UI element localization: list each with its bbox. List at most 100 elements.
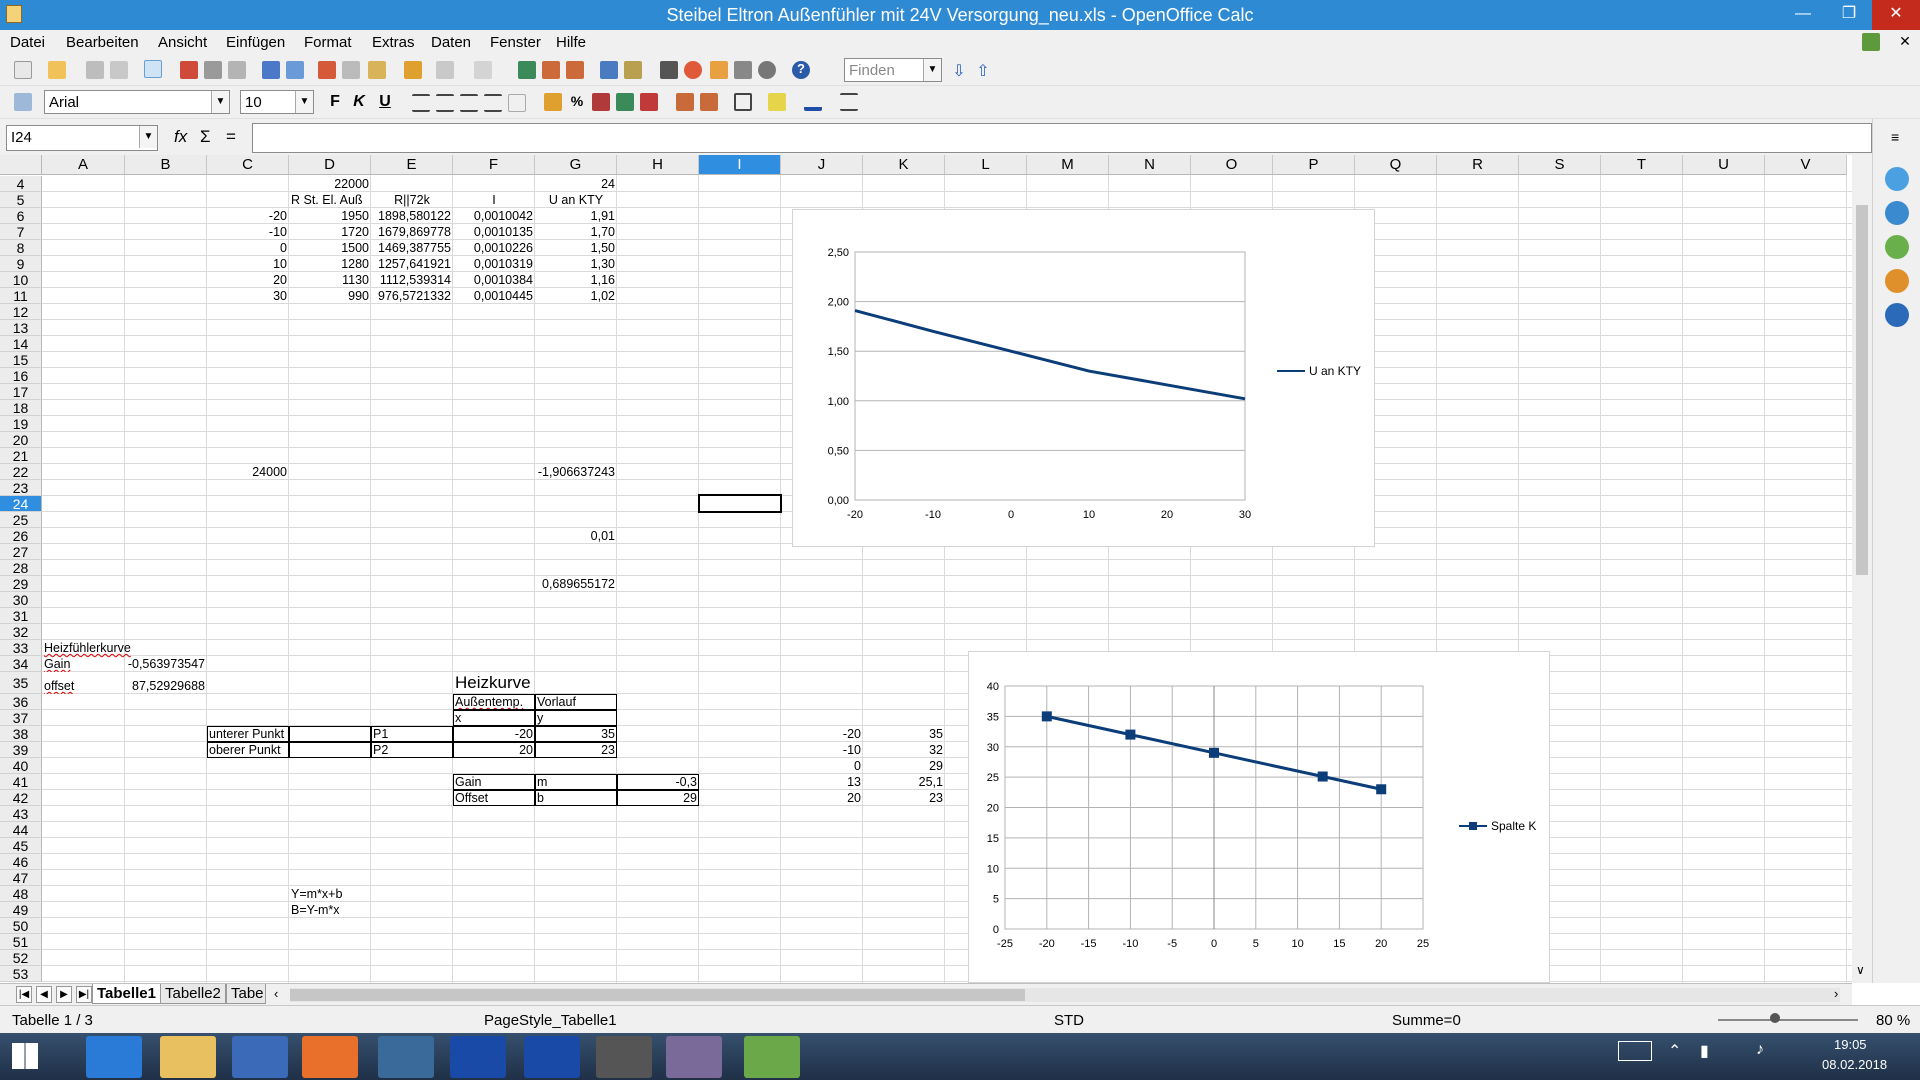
percent-format-button[interactable]: % — [568, 93, 586, 111]
column-header-t[interactable]: T — [1601, 155, 1683, 175]
row-header-41[interactable]: 41 — [0, 774, 42, 790]
row-header-35[interactable]: 35 — [0, 672, 42, 694]
menu-bearbeiten[interactable]: Bearbeiten — [66, 34, 139, 51]
menu-fenster[interactable]: Fenster — [490, 34, 541, 51]
last-sheet-button[interactable]: ▶| — [76, 986, 92, 1003]
vertical-scroll-thumb[interactable] — [1856, 205, 1868, 575]
row-header-49[interactable]: 49 — [0, 902, 42, 918]
maximize-button[interactable]: ❐ — [1826, 0, 1872, 30]
font-name-select[interactable]: Arial ▼ — [44, 90, 230, 114]
row-header-36[interactable]: 36 — [0, 694, 42, 710]
add-decimal-icon[interactable] — [616, 93, 634, 111]
column-header-r[interactable]: R — [1437, 155, 1519, 175]
scroll-left-icon[interactable]: ‹ — [274, 986, 278, 1001]
row-header-21[interactable]: 21 — [0, 448, 42, 464]
row-header-46[interactable]: 46 — [0, 854, 42, 870]
spellcheck-icon[interactable] — [262, 61, 280, 79]
select-all-corner[interactable] — [0, 155, 42, 175]
sort-descending-icon[interactable] — [566, 61, 584, 79]
row-header-24[interactable]: 24 — [0, 496, 42, 512]
column-header-d[interactable]: D — [289, 155, 371, 175]
gallery-sidebar-icon[interactable] — [1885, 235, 1909, 259]
cell-d8[interactable]: 1500 — [289, 241, 371, 256]
windows-start-icon[interactable] — [12, 1043, 38, 1069]
properties-icon[interactable] — [1885, 167, 1909, 191]
paste-icon[interactable] — [368, 61, 386, 79]
autospellcheck-icon[interactable] — [286, 61, 304, 79]
cell-c7[interactable]: -10 — [207, 225, 289, 240]
column-header-b[interactable]: B — [125, 155, 207, 175]
menu-format[interactable]: Format — [304, 34, 352, 51]
cell-f11[interactable]: 0,0010445 — [453, 289, 535, 304]
tab-tabelle2[interactable]: Tabelle2 — [160, 984, 226, 1004]
cell-k42[interactable]: 23 — [863, 791, 945, 806]
column-header-s[interactable]: S — [1519, 155, 1601, 175]
name-box[interactable]: I24 ▼ — [6, 125, 158, 151]
clock-date[interactable]: 08.02.2018 — [1822, 1057, 1887, 1072]
cell-d5[interactable]: R St. El. Auß — [289, 193, 371, 208]
row-header-25[interactable]: 25 — [0, 512, 42, 528]
justify-icon[interactable] — [484, 94, 502, 112]
column-header-a[interactable]: A — [42, 155, 125, 175]
column-header-h[interactable]: H — [617, 155, 699, 175]
row-header-33[interactable]: 33 — [0, 640, 42, 656]
chart-1[interactable]: 0,00 0,50 1,00 1,50 2,00 2,50 -20 -10 0 10 20 30 U a… — [792, 209, 1375, 547]
navigator-sidebar-icon[interactable] — [1885, 269, 1909, 293]
function-button[interactable]: = — [226, 127, 236, 147]
row-header-51[interactable]: 51 — [0, 934, 42, 950]
column-header-v[interactable]: V — [1765, 155, 1847, 175]
row-header-50[interactable]: 50 — [0, 918, 42, 934]
cell-e9[interactable]: 1257,641921 — [371, 257, 453, 272]
cell-f9[interactable]: 0,0010319 — [453, 257, 535, 272]
cell-j40[interactable]: 0 — [781, 759, 863, 774]
cell-j42[interactable]: 20 — [781, 791, 863, 806]
tab-tabelle3[interactable]: Tabe — [226, 984, 266, 1004]
sum-button[interactable]: Σ — [200, 127, 211, 147]
standard-format-icon[interactable] — [592, 93, 610, 111]
scroll-down-icon[interactable]: ∨ — [1856, 963, 1865, 977]
menu-einfuegen[interactable]: Einfügen — [226, 34, 285, 51]
find-replace-icon[interactable] — [660, 61, 678, 79]
paint-icon[interactable] — [666, 1036, 722, 1078]
column-header-k[interactable]: K — [863, 155, 945, 175]
openoffice-calc-icon[interactable] — [744, 1036, 800, 1078]
cell-c22[interactable]: 24000 — [207, 465, 289, 480]
draw-functions-icon[interactable] — [624, 61, 642, 79]
column-header-n[interactable]: N — [1109, 155, 1191, 175]
datasources-icon[interactable] — [734, 61, 752, 79]
cell-e5[interactable]: R||72k — [371, 193, 453, 208]
gallery-icon[interactable] — [710, 61, 728, 79]
cell-j39[interactable]: -10 — [781, 743, 863, 758]
row-header-27[interactable]: 27 — [0, 544, 42, 560]
undo-icon[interactable] — [436, 61, 454, 79]
row-header-10[interactable]: 10 — [0, 272, 42, 288]
email-icon[interactable] — [110, 61, 128, 79]
cell-g6[interactable]: 1,91 — [535, 209, 617, 224]
row-header-42[interactable]: 42 — [0, 790, 42, 806]
row-header-37[interactable]: 37 — [0, 710, 42, 726]
cell-a35[interactable]: offset — [42, 679, 125, 694]
column-header-i[interactable]: I — [699, 155, 781, 175]
cell-d6[interactable]: 1950 — [289, 209, 371, 224]
font-color-icon[interactable] — [804, 93, 822, 111]
find-input[interactable]: Finden ▼ — [844, 58, 942, 82]
cell-d10[interactable]: 1130 — [289, 273, 371, 288]
cell-g29[interactable]: 0,689655172 — [535, 577, 617, 592]
scroll-right-icon[interactable]: › — [1834, 986, 1838, 1001]
row-header-43[interactable]: 43 — [0, 806, 42, 822]
internet-explorer-icon[interactable] — [86, 1036, 142, 1078]
close-button[interactable]: ✕ — [1872, 0, 1920, 30]
tab-tabelle1[interactable]: Tabelle1 — [92, 984, 161, 1004]
row-header-23[interactable]: 23 — [0, 480, 42, 496]
row-header-4[interactable]: 4 — [0, 176, 42, 192]
zoom-level[interactable]: 80 % — [1876, 1012, 1910, 1029]
open-folder-icon[interactable] — [48, 61, 66, 79]
decrease-indent-icon[interactable] — [676, 93, 694, 111]
cell-j38[interactable]: -20 — [781, 727, 863, 742]
row-header-38[interactable]: 38 — [0, 726, 42, 742]
volume-icon[interactable]: ♪ — [1756, 1041, 1764, 1059]
selection-mode[interactable]: STD — [1054, 1012, 1084, 1029]
previous-sheet-button[interactable]: ◀ — [36, 986, 52, 1003]
cell-g4[interactable]: 24 — [535, 177, 617, 192]
cell-g10[interactable]: 1,16 — [535, 273, 617, 288]
